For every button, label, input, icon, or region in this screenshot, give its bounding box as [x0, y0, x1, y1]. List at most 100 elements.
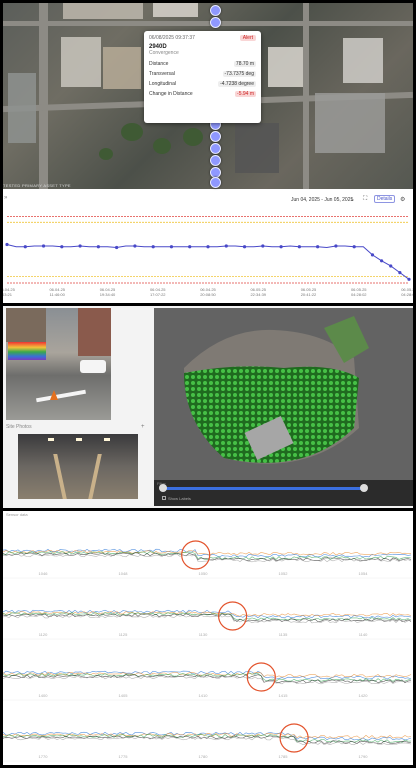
- data-point: [334, 244, 338, 248]
- data-point: [169, 245, 174, 249]
- data-point: [23, 245, 27, 249]
- labels-checkbox[interactable]: [162, 496, 166, 500]
- data-point: [78, 244, 82, 248]
- building: [78, 308, 111, 356]
- data-point: [115, 245, 119, 250]
- timeseries-subchart: 1400 1405 1410 1415 1420: [3, 662, 413, 701]
- slider-end-handle[interactable]: [360, 484, 368, 492]
- monitoring-point-marker[interactable]: [210, 5, 221, 16]
- data-point: [41, 244, 46, 248]
- x-tick-label: 1125: [119, 632, 128, 637]
- x-tick-label: 1050: [199, 571, 209, 576]
- x-tick-label: 17:07:22: [150, 292, 166, 297]
- x-tick-label: 1790: [359, 754, 369, 759]
- point-info-popup: 06/08/2025 09:37:37 Alert 2940D Converge…: [144, 31, 261, 123]
- x-tick-label: 1046: [39, 571, 49, 576]
- displacement-chart: 06.04.2503:2106.04.2511:46:0006.04.2519:…: [3, 215, 413, 297]
- data-point: [224, 244, 228, 248]
- data-point: [96, 245, 100, 249]
- x-tick-label: 1420: [359, 693, 369, 698]
- tunnel-light: [48, 438, 54, 441]
- building: [8, 73, 36, 143]
- traffic-cone: [50, 390, 58, 400]
- map-road: [3, 21, 413, 26]
- x-tick-label: 1405: [119, 693, 129, 698]
- row-label: Transversal: [149, 71, 175, 77]
- x-tick-label: 1130: [199, 632, 208, 637]
- car: [80, 360, 106, 373]
- viewer-controls: Filter Show Labels: [154, 480, 413, 506]
- checkbox-label: Show Labels: [168, 496, 191, 501]
- x-tick-label: 1785: [279, 754, 289, 759]
- data-point: [370, 253, 375, 257]
- photos-label: Site Photos: [6, 424, 32, 430]
- data-point: [151, 245, 155, 249]
- x-tick-label: 1054: [359, 571, 369, 576]
- satellite-map[interactable]: 06/08/2025 09:37:37 Alert 2940D Converge…: [3, 3, 413, 189]
- media-panel: Site Photos + Filter Show Labels: [3, 306, 413, 508]
- data-point: [60, 245, 64, 249]
- data-point: [389, 264, 393, 268]
- data-point: [379, 259, 384, 263]
- map-road: [39, 3, 48, 189]
- popup-datetime: 06/08/2025 09:37:37: [149, 35, 195, 41]
- x-tick-label: 04:28:02: [351, 292, 367, 297]
- monitoring-point-marker[interactable]: [210, 143, 221, 154]
- monitoring-point-marker[interactable]: [210, 155, 221, 166]
- monitoring-point-marker[interactable]: [210, 177, 221, 188]
- tunnel-light: [104, 438, 110, 441]
- row-label: Longitudinal: [149, 81, 176, 87]
- data-point: [297, 245, 301, 249]
- time-slider[interactable]: [162, 487, 367, 490]
- plus-icon[interactable]: +: [141, 424, 145, 430]
- slider-start-handle[interactable]: [159, 484, 167, 492]
- x-tick-label: 1140: [359, 632, 368, 637]
- x-tick-label: 1048: [119, 571, 129, 576]
- building: [63, 3, 143, 19]
- tree: [183, 128, 203, 146]
- x-tick-label: 03:21: [3, 292, 13, 297]
- popup-row: Longitudinal -4.7238 degree: [149, 81, 256, 87]
- building: [61, 37, 101, 87]
- timeseries-panel: 1046 1048 1050 1052 1054 1120 1125 1130 1135 1140…: [3, 511, 413, 765]
- building: [315, 93, 385, 153]
- building: [6, 308, 46, 342]
- popup-row: Change in Distance -5.94 m: [149, 91, 256, 97]
- monitoring-point-marker[interactable]: [210, 17, 221, 28]
- building: [153, 3, 198, 17]
- x-tick-label: 1120: [39, 632, 48, 637]
- data-point: [133, 244, 137, 248]
- timeseries-subchart: 1046 1048 1050 1052 1054: [3, 540, 413, 579]
- timeseries-subchart: 1120 1125 1130 1135 1140: [3, 601, 413, 640]
- tunnel-photo[interactable]: [18, 434, 138, 499]
- x-tick-label: 19:34:40: [100, 292, 116, 297]
- row-value: -4.7238 degree: [218, 81, 256, 87]
- data-point: [206, 245, 210, 249]
- alert-badge: Alert: [239, 35, 256, 41]
- row-label: Distance: [149, 61, 169, 67]
- x-tick-label: 1415: [279, 693, 289, 698]
- monitoring-panel: 06/08/2025 09:37:37 Alert 2940D Converge…: [3, 3, 413, 303]
- street-photo[interactable]: [6, 308, 111, 420]
- x-tick-label: 1400: [39, 693, 49, 698]
- threshold-lines: [7, 215, 409, 284]
- point-type: Convergence: [149, 50, 179, 56]
- building: [343, 38, 383, 83]
- popup-row: Transversal -73.7375 deg: [149, 71, 256, 77]
- point-cloud-viewer[interactable]: [154, 308, 413, 480]
- timeseries-charts: 1046 1048 1050 1052 1054 1120 1125 1130 1135 1140…: [3, 540, 413, 762]
- row-label: Change in Distance: [149, 91, 193, 97]
- data-point: [279, 245, 283, 249]
- x-tick-label: 20:41:22: [301, 292, 317, 297]
- x-tick-label: 1410: [199, 693, 209, 698]
- x-tick-label: 1770: [39, 754, 49, 759]
- data-point: [398, 271, 402, 275]
- map-road: [303, 3, 309, 189]
- x-tick-label: 22:34:39: [250, 292, 266, 297]
- x-axis-ticks: 06.04.2503:2106.04.2511:46:0006.04.2519:…: [3, 287, 413, 297]
- x-tick-label: 1780: [199, 754, 209, 759]
- monitoring-point-marker[interactable]: [210, 131, 221, 142]
- rail: [53, 454, 67, 499]
- data-point: [242, 245, 247, 249]
- tree: [99, 148, 113, 160]
